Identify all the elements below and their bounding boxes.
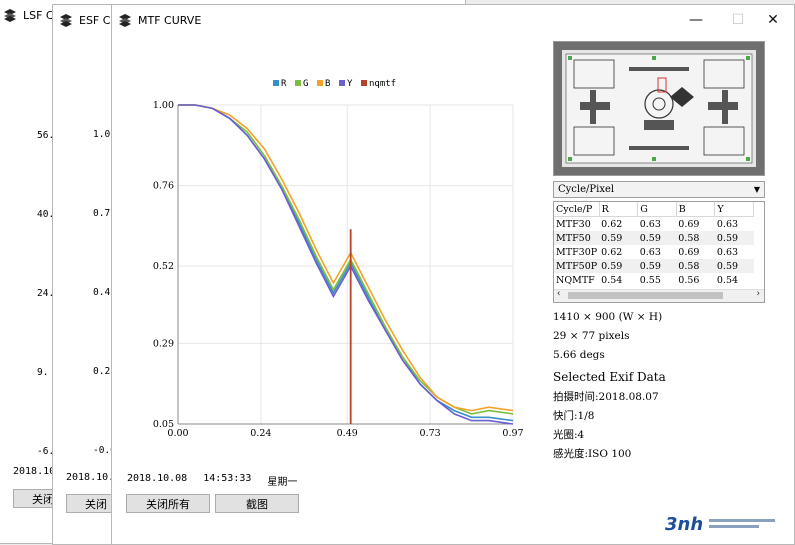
legend-label: B [325,79,330,89]
table-cell: 0.58 [676,259,715,273]
horizontal-scrollbar[interactable]: ‹ › [554,289,764,302]
scroll-right-icon[interactable]: › [756,289,760,299]
table-cell: 0.59 [714,231,754,245]
x-tick-label: 0.73 [420,428,441,439]
table-row[interactable]: MTF50P 0.59 0.59 0.58 0.59 [554,259,754,273]
image-dimensions: 1410 × 900 (W × H) [553,311,663,323]
brand-logo-text: 3nh [665,513,704,535]
legend-label: nqmtf [369,79,396,89]
unit-dropdown[interactable]: Cycle/Pixel ▼ [553,181,765,198]
legend-label: G [303,79,308,89]
table-cell: 0.59 [599,259,638,273]
table-cell: 0.69 [678,218,700,230]
mtf-chart: 1.000.760.520.290.050.00 0.24 0.49 0.73 0.97… [153,79,524,439]
x-tick-label: 0.24 [250,428,271,439]
table-cell: 0.69 [678,246,700,258]
table-cell: 0.55 [639,274,661,286]
table-cell: 0.63 [716,246,739,258]
app-icon [59,13,73,27]
legend-swatch [317,80,323,86]
close-all-button[interactable]: 关闭所有 [126,494,210,513]
y-tick-label: 0.76 [153,181,174,192]
table-row[interactable]: MTF30P 0.62 0.63 0.69 0.63 [554,245,754,259]
esf-date: 2018.10. [66,472,115,483]
table-row[interactable]: NQMTF 0.54 0.55 0.56 0.54 [554,273,754,287]
x-tick-label: 0.49 [337,428,358,439]
table-cell: 0.59 [599,231,638,245]
legend-label: R [281,79,287,89]
exif-shot-time: 拍摄时间:2018.08.07 [553,391,659,403]
table-header[interactable]: B [676,202,716,217]
exif-title: Selected Exif Data [553,370,666,384]
table-cell: 0.56 [678,274,700,286]
table-cell: 0.59 [637,231,677,245]
scrollbar-thumb[interactable] [568,292,723,299]
table-cell: 0.63 [716,218,739,230]
table-header[interactable]: R [599,202,639,217]
roi-size: 29 × 77 pixels [553,330,630,342]
brand-logo: 3nh [665,509,793,539]
unit-dropdown-value: Cycle/Pixel [558,184,615,195]
table-cell: MTF50 [554,231,600,245]
table-cell: MTF30 [556,218,591,230]
x-tick-label: 0.00 [167,428,188,439]
brand-tagline-graphic [709,519,776,528]
table-header[interactable]: G [637,202,677,217]
scroll-left-icon[interactable]: ‹ [557,289,561,299]
table-cell: 0.63 [639,246,661,258]
table-cell: NQMTF [556,274,595,286]
x-tick-label: 0.97 [502,428,523,439]
mtf-results-table[interactable]: Cycle/P R G B Y MTF30 0.62 0.63 0.69 0.6… [553,201,765,303]
app-icon [3,8,17,22]
y-tick-label: 0.52 [153,261,174,272]
table-cell: 0.58 [676,231,715,245]
series-line-b [178,104,514,412]
table-cell: 0.59 [714,259,754,273]
table-cell: MTF30P [556,246,598,258]
y-tick-label: 0.29 [153,338,174,349]
table-row[interactable]: MTF30 0.62 0.63 0.69 0.63 [554,217,754,232]
exif-aperture: 光圈:4 [553,429,585,441]
table-cell: 0.59 [637,259,677,273]
table-cell: 0.54 [601,274,623,286]
edge-angle: 5.66 degs [553,349,605,361]
exif-shutter: 快门:1/8 [553,410,595,422]
legend-swatch [339,80,345,86]
y-tick-label: 1.00 [153,100,174,111]
table-header[interactable]: Y [714,202,754,217]
results-table: Cycle/P R G B Y MTF30 0.62 0.63 0.69 0.6… [554,202,754,287]
table-cell: 0.62 [601,246,623,258]
timestamp-weekday: 星期一 [267,477,298,488]
table-cell: 0.54 [716,274,739,286]
maximize-button[interactable]: ☐ [728,11,748,29]
minimize-button[interactable]: — [686,11,706,29]
timestamp-time: 14:53:33 [203,473,252,484]
table-cell: MTF50P [554,259,600,273]
legend-swatch [361,80,367,86]
table-row[interactable]: MTF50 0.59 0.59 0.58 0.59 [554,231,754,245]
table-header[interactable]: Cycle/P [554,202,600,217]
screenshot-button[interactable]: 截图 [215,494,299,513]
exif-iso: 感光度:ISO 100 [553,448,632,460]
table-cell: 0.63 [639,218,661,230]
timestamp-date: 2018.10.08 [127,473,188,484]
table-cell: 0.62 [601,218,623,230]
legend-swatch [273,80,279,86]
series-line-y [178,104,514,425]
chevron-down-icon: ▼ [753,185,760,194]
lsf-date: 2018.10 [13,466,56,477]
chart-preview-image[interactable] [553,41,765,176]
legend-swatch [295,80,301,86]
series-line-g [178,104,514,415]
close-button[interactable]: ✕ [763,11,783,29]
legend-label: Y [347,79,353,89]
